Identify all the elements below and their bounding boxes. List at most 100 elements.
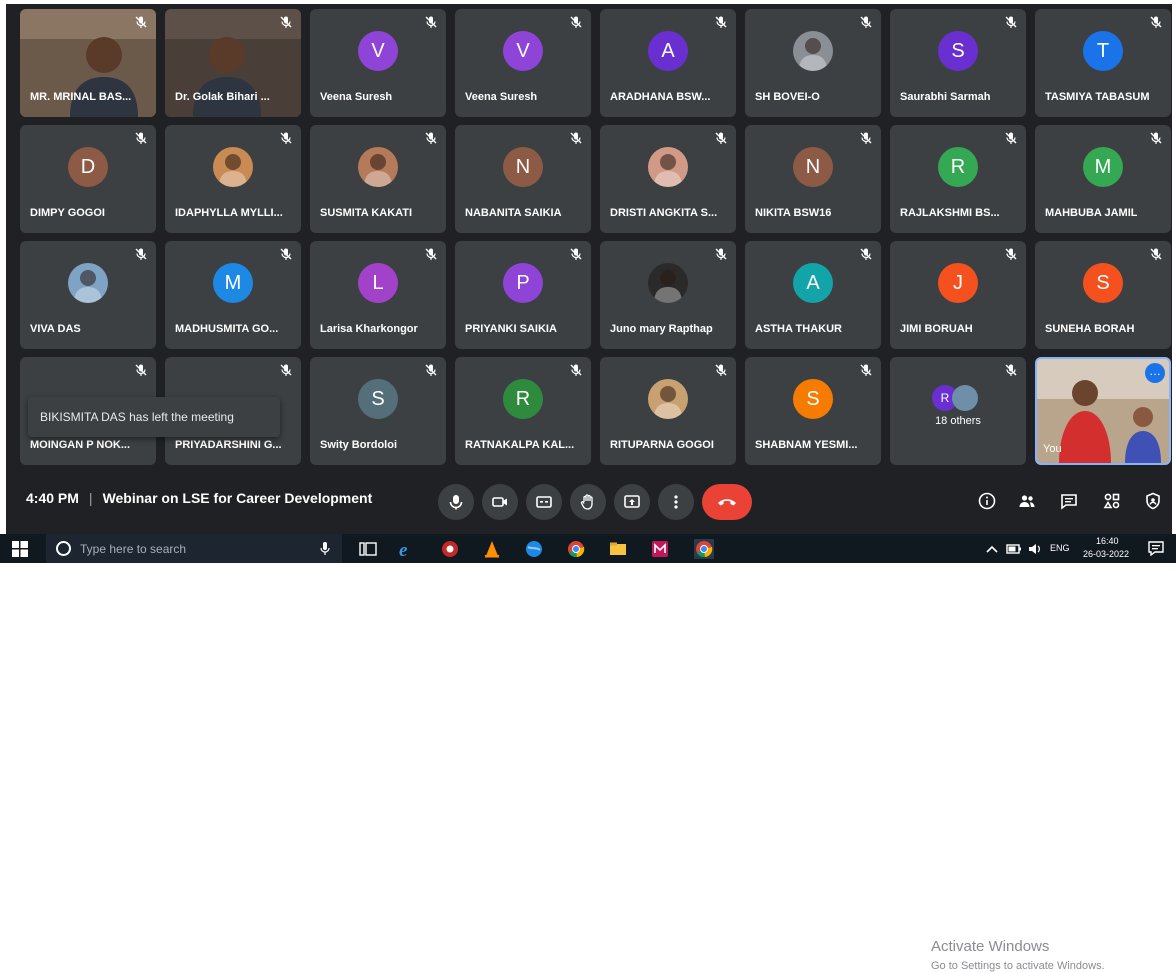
present-button[interactable] [614, 484, 650, 520]
mic-muted-icon [569, 247, 583, 261]
participant-photo [213, 147, 253, 187]
mic-muted-icon [1149, 15, 1163, 29]
participant-name: Veena Suresh [465, 91, 538, 103]
avatar-initial: N [503, 147, 543, 187]
vlc-icon[interactable] [482, 539, 502, 559]
mic-muted-icon [279, 363, 293, 377]
avatar-initial: S [358, 379, 398, 419]
chrome-active-icon[interactable] [694, 539, 714, 559]
participant-tile[interactable]: R 18 others [890, 357, 1026, 465]
screen: MR. MRINAL BAS... Dr. Golak Bihari ... V Ve… [0, 0, 1176, 972]
camera-icon [492, 497, 507, 507]
participant-photo [68, 263, 108, 303]
participant-tile[interactable]: J JIMI BORUAH [890, 241, 1026, 349]
microphone-button[interactable] [438, 484, 474, 520]
info-icon[interactable] [978, 492, 996, 510]
chevron-up-icon[interactable] [986, 544, 998, 554]
language-indicator[interactable]: ENG [1050, 543, 1070, 553]
participant-name: Dr. Golak Bihari ... [175, 91, 270, 103]
task-view-icon[interactable] [358, 539, 378, 559]
self-video-tile[interactable]: … You [1035, 357, 1171, 465]
clock-time[interactable]: 16:40 [1096, 536, 1119, 546]
people-icon[interactable] [1018, 492, 1036, 510]
globe-app-icon[interactable] [524, 539, 544, 559]
captions-button[interactable] [526, 484, 562, 520]
participant-tile[interactable]: M MAHBUBA JAMIL [1035, 125, 1171, 233]
participant-tile[interactable]: L Larisa Kharkongor [310, 241, 446, 349]
avatar-initial: M [213, 263, 253, 303]
file-explorer-icon[interactable] [608, 539, 628, 559]
participant-tile[interactable]: Dr. Golak Bihari ... [165, 9, 301, 117]
notifications-icon[interactable] [1148, 541, 1164, 556]
participant-tile[interactable]: N NIKITA BSW16 [745, 125, 881, 233]
avatar-initial: V [358, 31, 398, 71]
participant-name: IDAPHYLLA MYLLI... [175, 207, 283, 219]
participant-tile[interactable]: SH BOVEI-O [745, 9, 881, 117]
mic-muted-icon [1149, 131, 1163, 145]
participant-tile[interactable]: S SUNEHA BORAH [1035, 241, 1171, 349]
participant-name: SHABNAM YESMI... [755, 439, 858, 451]
participant-tile[interactable]: P PRIYANKI SAIKIA [455, 241, 591, 349]
search-placeholder: Type here to search [80, 542, 187, 556]
edge-icon[interactable]: e [397, 539, 417, 559]
end-call-button[interactable] [702, 484, 752, 520]
participant-tile[interactable]: M MADHUSMITA GO... [165, 241, 301, 349]
participant-photo [648, 379, 688, 419]
participant-tile[interactable]: RITUPARNA GOGOI [600, 357, 736, 465]
participant-tile[interactable]: SUSMITA KAKATI [310, 125, 446, 233]
more-options-button[interactable] [658, 484, 694, 520]
avatar-initial: S [938, 31, 978, 71]
participant-tile[interactable]: V Veena Suresh [310, 9, 446, 117]
separator: | [88, 490, 93, 506]
participant-tile[interactable]: VIVA DAS [20, 241, 156, 349]
volume-icon[interactable] [1028, 543, 1042, 555]
participant-tile[interactable]: S SHABNAM YESMI... [745, 357, 881, 465]
avatar-initial: A [793, 263, 833, 303]
participant-tile[interactable]: N NABANITA SAIKIA [455, 125, 591, 233]
participant-tile[interactable]: S Saurabhi Sarmah [890, 9, 1026, 117]
avatar-initial: R [938, 147, 978, 187]
participant-tile[interactable]: D DIMPY GOGOI [20, 125, 156, 233]
participant-name: SUNEHA BORAH [1045, 323, 1135, 335]
battery-icon[interactable] [1006, 543, 1022, 555]
participant-tile[interactable]: V Veena Suresh [455, 9, 591, 117]
taskbar-search-box[interactable]: Type here to search [46, 534, 342, 563]
mic-muted-icon [569, 131, 583, 145]
activities-icon[interactable] [1103, 492, 1121, 510]
participant-tile[interactable]: T TASMIYA TABASUM [1035, 9, 1171, 117]
participant-tile[interactable]: R RAJLAKSHMI BS... [890, 125, 1026, 233]
search-icon [56, 541, 71, 556]
windows-start-icon[interactable] [12, 541, 28, 557]
mic-muted-icon [1149, 247, 1163, 261]
participant-tile[interactable]: MR. MRINAL BAS... [20, 9, 156, 117]
participant-name: DRISTI ANGKITA S... [610, 207, 718, 219]
app-red-icon[interactable] [440, 539, 460, 559]
participant-tile[interactable]: DRISTI ANGKITA S... [600, 125, 736, 233]
chat-icon[interactable] [1060, 492, 1078, 510]
mic-muted-icon [424, 363, 438, 377]
chrome-icon[interactable] [566, 539, 586, 559]
media-app-icon[interactable] [650, 539, 670, 559]
camera-button[interactable] [482, 484, 518, 520]
participant-tile[interactable]: A ASTHA THAKUR [745, 241, 881, 349]
participant-tile[interactable]: Juno mary Rapthap [600, 241, 736, 349]
more-options-icon[interactable]: … [1145, 363, 1165, 383]
participant-tile[interactable]: IDAPHYLLA MYLLI... [165, 125, 301, 233]
meet-window: MR. MRINAL BAS... Dr. Golak Bihari ... V Ve… [6, 4, 1172, 972]
clock-date[interactable]: 26-03-2022 [1083, 549, 1129, 559]
avatar-initial: S [793, 379, 833, 419]
participant-tile[interactable]: S Swity Bordoloi [310, 357, 446, 465]
host-controls-icon[interactable] [1144, 492, 1162, 510]
mic-muted-icon [714, 131, 728, 145]
participant-tile[interactable]: R RATNAKALPA KAL... [455, 357, 591, 465]
participant-name: ASTHA THAKUR [755, 323, 842, 335]
raise-hand-button[interactable] [570, 484, 606, 520]
microphone-search-icon[interactable] [320, 542, 330, 556]
more-vertical-icon [674, 495, 678, 509]
avatar-photo [952, 385, 978, 411]
avatar-initial: P [503, 263, 543, 303]
participant-tile[interactable]: A ARADHANA BSW... [600, 9, 736, 117]
mic-muted-icon [134, 247, 148, 261]
mic-muted-icon [134, 15, 148, 29]
participant-name: SUSMITA KAKATI [320, 207, 413, 219]
